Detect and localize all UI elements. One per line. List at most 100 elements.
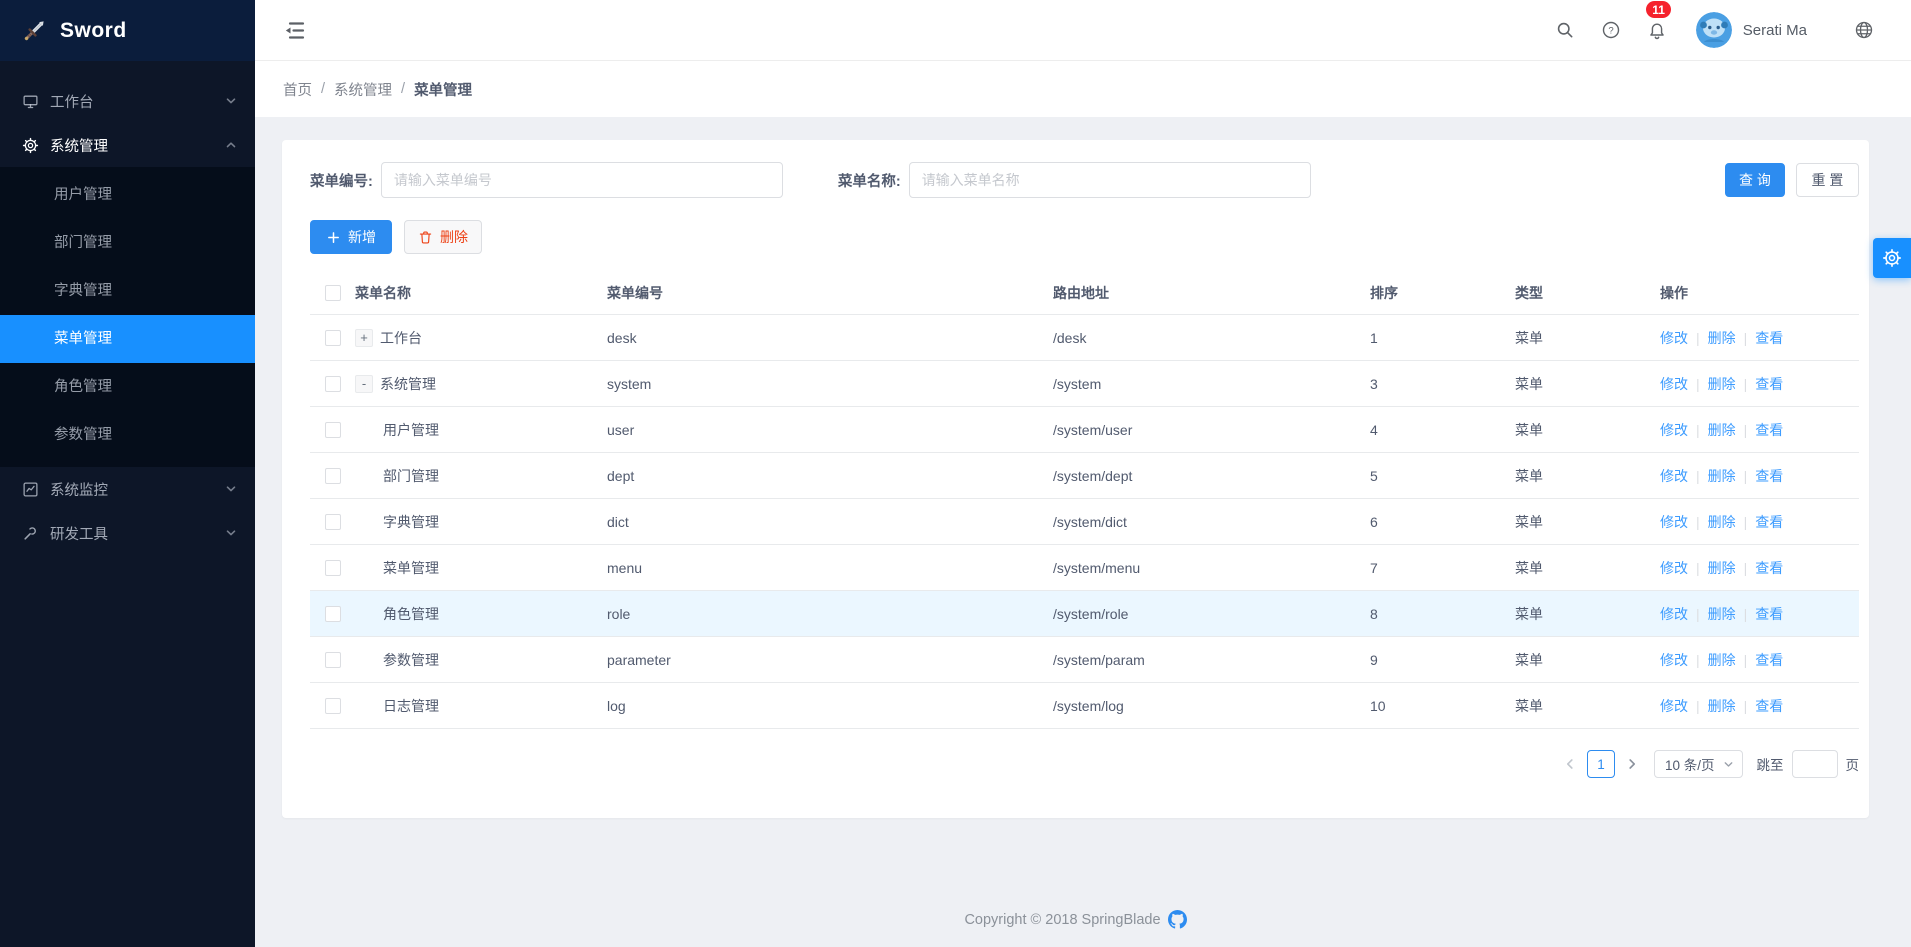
sidebar-item-system-management[interactable]: 系统管理 [0,123,255,167]
breadcrumb-home[interactable]: 首页 [283,79,312,100]
table-row: 字典管理 dict /system/dict 6 菜单 修改|删除|查看 [310,499,1859,545]
row-checkbox[interactable] [325,468,341,484]
sidebar-item-label: 系统监控 [50,479,108,500]
avatar[interactable] [1696,12,1732,48]
page-size-select[interactable]: 10 条/页 [1654,750,1743,778]
cell-menu-code: desk [600,330,1046,346]
action-view[interactable]: 查看 [1755,604,1783,624]
table-row: 角色管理 role /system/role 8 菜单 修改|删除|查看 [310,591,1859,637]
prev-page-icon[interactable] [1558,750,1582,778]
sidebar-item-param-management[interactable]: 参数管理 [0,411,255,459]
row-checkbox[interactable] [325,560,341,576]
select-all-checkbox[interactable] [325,285,341,301]
table-row: +工作台 desk /desk 1 菜单 修改|删除|查看 [310,315,1859,361]
jump-page-input[interactable] [1792,750,1838,778]
action-view[interactable]: 查看 [1755,420,1783,440]
sidebar-item-workbench[interactable]: 工作台 [0,79,255,123]
row-checkbox[interactable] [325,698,341,714]
table-header-row: 菜单名称 菜单编号 路由地址 排序 类型 操作 [310,271,1859,315]
col-type: 类型 [1508,283,1653,303]
sidebar-item-user-management[interactable]: 用户管理 [0,171,255,219]
system-management-submenu: 用户管理 部门管理 字典管理 菜单管理 角色管理 参数管理 [0,167,255,467]
github-icon[interactable] [1168,910,1187,929]
action-view[interactable]: 查看 [1755,374,1783,394]
action-edit[interactable]: 修改 [1660,696,1688,716]
table-row: 用户管理 user /system/user 4 菜单 修改|删除|查看 [310,407,1859,453]
theme-settings-button[interactable] [1873,238,1911,278]
action-delete[interactable]: 删除 [1708,558,1736,578]
action-delete[interactable]: 删除 [1708,374,1736,394]
collapse-toggle[interactable]: - [355,375,373,393]
action-delete[interactable]: 删除 [1708,328,1736,348]
action-edit[interactable]: 修改 [1660,604,1688,624]
next-page-icon[interactable] [1620,750,1644,778]
action-delete[interactable]: 删除 [1708,420,1736,440]
breadcrumb: 首页 / 系统管理 / 菜单管理 [255,61,1911,117]
action-edit[interactable]: 修改 [1660,374,1688,394]
action-divider: | [1744,330,1748,346]
filter-row: 菜单编号: 菜单名称: 查 询 重 置 [310,162,1859,198]
cell-menu-name: 角色管理 [383,604,439,624]
action-view[interactable]: 查看 [1755,466,1783,486]
row-checkbox[interactable] [325,422,341,438]
action-delete[interactable]: 删除 [1708,512,1736,532]
sidebar-item-role-management[interactable]: 角色管理 [0,363,255,411]
sidebar-collapse-icon[interactable] [281,17,307,43]
action-delete[interactable]: 删除 [1708,696,1736,716]
action-view[interactable]: 查看 [1755,696,1783,716]
cell-route: /desk [1046,330,1363,346]
action-divider: | [1744,606,1748,622]
row-checkbox[interactable] [325,606,341,622]
cell-menu-name: 工作台 [380,328,422,348]
cell-menu-name: 字典管理 [383,512,439,532]
cell-menu-code: menu [600,560,1046,576]
cell-menu-name: 参数管理 [383,650,439,670]
search-icon[interactable] [1542,10,1588,50]
row-checkbox[interactable] [325,514,341,530]
reset-button[interactable]: 重 置 [1796,163,1859,197]
expand-toggle[interactable]: + [355,329,373,347]
cell-route: /system/menu [1046,560,1363,576]
user-name[interactable]: Serati Ma [1743,22,1807,39]
row-checkbox[interactable] [325,330,341,346]
action-edit[interactable]: 修改 [1660,420,1688,440]
action-view[interactable]: 查看 [1755,512,1783,532]
action-view[interactable]: 查看 [1755,650,1783,670]
row-checkbox[interactable] [325,376,341,392]
page-number[interactable]: 1 [1587,750,1615,778]
action-edit[interactable]: 修改 [1660,328,1688,348]
action-edit[interactable]: 修改 [1660,512,1688,532]
cell-route: /system/user [1046,422,1363,438]
action-divider: | [1744,560,1748,576]
add-button[interactable]: 新增 [310,220,392,254]
cell-type: 菜单 [1508,558,1653,578]
action-view[interactable]: 查看 [1755,558,1783,578]
search-button[interactable]: 查 询 [1725,163,1785,197]
action-divider: | [1744,468,1748,484]
sidebar-item-dict-management[interactable]: 字典管理 [0,267,255,315]
sidebar-item-dev-tools[interactable]: 研发工具 [0,511,255,555]
action-edit[interactable]: 修改 [1660,650,1688,670]
menu-name-input[interactable] [909,162,1311,198]
action-view[interactable]: 查看 [1755,328,1783,348]
action-delete[interactable]: 删除 [1708,650,1736,670]
sidebar-item-menu-management[interactable]: 菜单管理 [0,315,255,363]
delete-button[interactable]: 删除 [404,220,482,254]
sidebar-item-label: 工作台 [50,91,94,112]
action-edit[interactable]: 修改 [1660,466,1688,486]
action-delete[interactable]: 删除 [1708,466,1736,486]
cell-sort: 6 [1363,514,1508,530]
action-delete[interactable]: 删除 [1708,604,1736,624]
action-edit[interactable]: 修改 [1660,558,1688,578]
cell-type: 菜单 [1508,420,1653,440]
notifications-bell-icon[interactable]: 11 [1634,10,1680,50]
menu-code-input[interactable] [381,162,783,198]
chevron-down-icon [225,527,237,539]
breadcrumb-system[interactable]: 系统管理 [334,79,392,100]
row-checkbox[interactable] [325,652,341,668]
help-icon[interactable]: ? [1588,10,1634,50]
pagination: 1 10 条/页 跳至 页 [310,750,1859,778]
sidebar-item-system-monitor[interactable]: 系统监控 [0,467,255,511]
language-globe-icon[interactable] [1841,10,1887,50]
sidebar-item-dept-management[interactable]: 部门管理 [0,219,255,267]
